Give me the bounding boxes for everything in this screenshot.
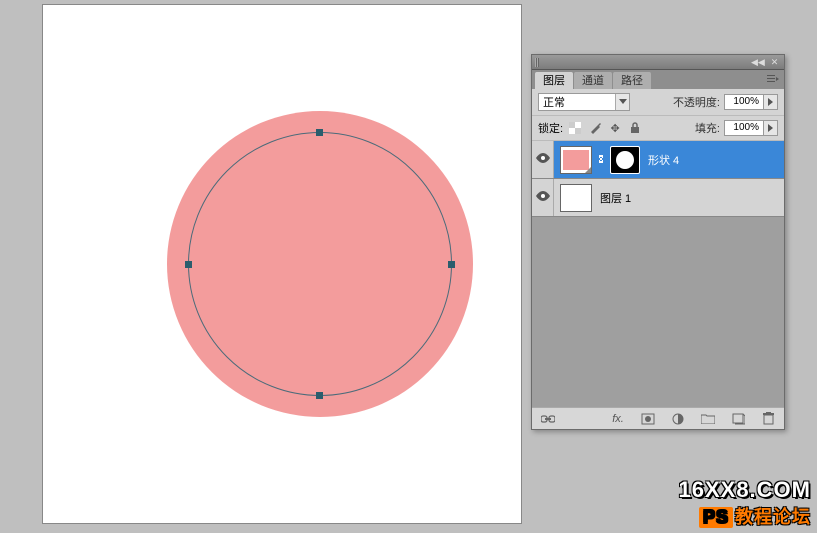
layer-thumbnails — [554, 146, 640, 174]
lock-icons-group: ✥ — [567, 120, 643, 136]
watermark-text: 教程论坛 — [735, 507, 811, 527]
blend-mode-dropdown[interactable]: 正常 — [538, 93, 630, 111]
fx-button[interactable]: fx. — [608, 410, 628, 428]
anchor-point-right[interactable] — [448, 261, 455, 268]
link-layers-button[interactable] — [538, 410, 558, 428]
panel-tabs: 图层 通道 路径 — [532, 70, 784, 89]
anchor-point-left[interactable] — [185, 261, 192, 268]
shape-thumbnail[interactable] — [560, 146, 592, 174]
group-button[interactable] — [698, 410, 718, 428]
mask-button[interactable] — [638, 410, 658, 428]
layer-thumbnail[interactable] — [560, 184, 592, 212]
anchor-point-top[interactable] — [316, 129, 323, 136]
chevron-down-icon — [615, 94, 629, 110]
panel-close-button[interactable]: ✕ — [768, 56, 781, 69]
eye-icon — [536, 191, 550, 204]
grip-icon — [535, 58, 539, 67]
path-outline[interactable] — [188, 132, 452, 396]
layer-name-label[interactable]: 形状 4 — [648, 152, 679, 168]
layers-panel: ◀◀ ✕ 图层 通道 路径 正常 不透明度: 100% 锁定: — [531, 54, 785, 430]
lock-fill-row: 锁定: ✥ 填充: 100% — [532, 116, 784, 141]
delete-layer-button[interactable] — [758, 410, 778, 428]
blend-mode-value: 正常 — [543, 94, 565, 110]
layer-row-layer1[interactable]: 图层 1 — [532, 179, 784, 217]
fill-flyout-button[interactable] — [764, 120, 778, 136]
fill-label: 填充: — [695, 120, 720, 136]
lock-label: 锁定: — [538, 120, 563, 136]
tab-channels[interactable]: 通道 — [574, 72, 612, 89]
panel-titlebar[interactable]: ◀◀ ✕ — [532, 55, 784, 70]
opacity-input[interactable]: 100% — [724, 94, 764, 110]
new-layer-button[interactable] — [728, 410, 748, 428]
tab-paths[interactable]: 路径 — [613, 72, 651, 89]
layer-row-shape4[interactable]: 形状 4 — [532, 141, 784, 179]
watermark-brand: PS教程论坛 — [679, 503, 812, 529]
adjustment-layer-button[interactable] — [668, 410, 688, 428]
link-icon[interactable] — [595, 154, 607, 166]
fill-input[interactable]: 100% — [724, 120, 764, 136]
blend-opacity-row: 正常 不透明度: 100% — [532, 89, 784, 116]
anchor-point-bottom[interactable] — [316, 392, 323, 399]
opacity-flyout-button[interactable] — [764, 94, 778, 110]
lock-pixels-icon[interactable] — [587, 120, 603, 136]
watermark-url: 16XX8.COM — [679, 477, 812, 503]
watermark: 16XX8.COM PS教程论坛 — [679, 477, 812, 529]
panel-bottom-bar: fx. — [532, 407, 784, 429]
lock-transparency-icon[interactable] — [567, 120, 583, 136]
vector-mask-thumbnail[interactable] — [610, 146, 640, 174]
eye-icon — [536, 153, 550, 166]
fx-label: fx. — [612, 413, 624, 425]
visibility-toggle[interactable] — [532, 179, 554, 216]
tab-layers[interactable]: 图层 — [535, 72, 573, 89]
lock-all-icon[interactable] — [627, 120, 643, 136]
lock-position-icon[interactable]: ✥ — [607, 120, 623, 136]
panel-menu-icon[interactable] — [766, 72, 780, 86]
layer-name-label[interactable]: 图层 1 — [600, 190, 631, 206]
visibility-toggle[interactable] — [532, 141, 554, 178]
layer-thumbnails — [554, 184, 592, 212]
opacity-label: 不透明度: — [673, 94, 720, 110]
document-canvas[interactable] — [42, 4, 522, 524]
layers-list: 形状 4 图层 1 — [532, 141, 784, 407]
watermark-ps-badge: PS — [699, 507, 733, 528]
panel-collapse-button[interactable]: ◀◀ — [751, 56, 764, 69]
